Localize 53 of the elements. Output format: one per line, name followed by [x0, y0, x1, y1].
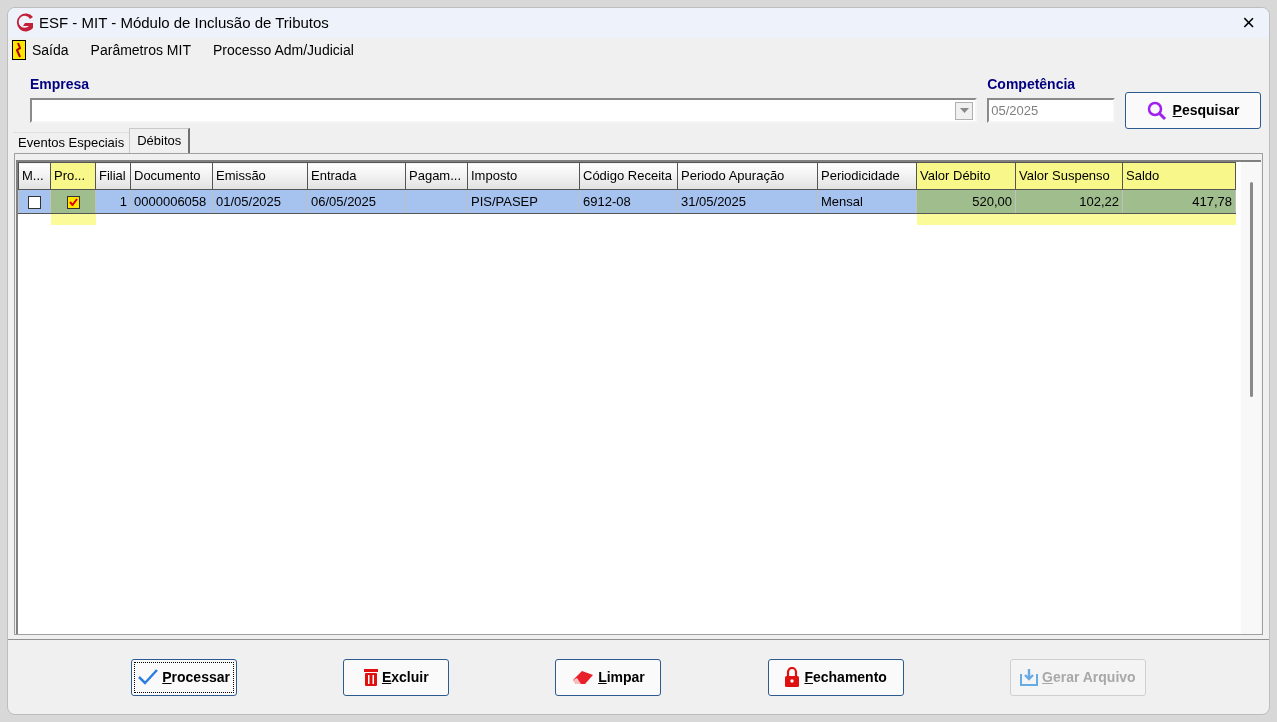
table-cell: 01/05/2025 — [216, 193, 282, 209]
column-header[interactable]: Pro... — [50, 162, 96, 190]
column-header[interactable]: Imposto — [467, 162, 580, 190]
table-cell: 520,00 — [972, 193, 1012, 209]
column-header[interactable]: M... — [18, 162, 51, 190]
menu-item[interactable]: Saída — [32, 39, 69, 61]
table-cell: 102,22 — [1079, 193, 1119, 209]
column-header[interactable]: Valor Suspenso — [1015, 162, 1123, 190]
column-header[interactable]: Entrada — [307, 162, 406, 190]
check-icon — [138, 669, 159, 685]
menu-item[interactable]: Processo Adm/Judicial — [212, 39, 354, 61]
eraser-icon — [572, 669, 595, 685]
column-header[interactable]: Código Receita — [579, 162, 678, 190]
field-label: Competência — [987, 75, 1077, 94]
scrollbar-thumb[interactable] — [1249, 182, 1253, 397]
action-button[interactable]: Limpar — [555, 658, 662, 696]
competence-field[interactable]: 05/2025 — [987, 98, 1116, 123]
checkmark-icon — [68, 198, 78, 207]
search-icon — [1146, 100, 1167, 121]
action-button[interactable]: Fechamento — [767, 658, 904, 696]
column-header[interactable]: Saldo — [1122, 162, 1236, 190]
close-button[interactable]: × — [1242, 12, 1255, 34]
table-cell: PIS/PASEP — [471, 193, 538, 209]
column-header[interactable]: Periodo Apuração — [677, 162, 818, 190]
column-header[interactable]: Pagam... — [405, 162, 468, 190]
column-header[interactable]: Documento — [130, 162, 213, 190]
column-header[interactable]: Emissão — [212, 162, 308, 190]
column-header[interactable]: Filial — [95, 162, 131, 190]
table-cell: Mensal — [821, 193, 863, 209]
column-header[interactable]: Valor Débito — [916, 162, 1016, 190]
action-button[interactable]: Excluir — [343, 658, 450, 696]
download-icon — [1020, 668, 1039, 686]
search-button[interactable]: Pesquisar — [1125, 92, 1261, 129]
menu-item[interactable]: Parâmetros MIT — [90, 39, 191, 61]
checkbox[interactable] — [28, 195, 41, 209]
table-cell: 1 — [119, 193, 127, 209]
dropdown-caret-icon — [959, 108, 969, 113]
table-row[interactable]: 1 0000006058 01/05/2025 06/05/2025 PIS/PASEP 6912-08 31/05/2025 Mensal 520,00 102,22 417,78 — [18, 189, 1236, 214]
window-title: ESF - MIT - Módulo de Inclusão de Tributos — [39, 12, 329, 33]
tab[interactable]: Débitos — [129, 128, 191, 153]
exit-door-icon — [12, 40, 26, 60]
action-button[interactable]: Processar — [131, 658, 238, 696]
table-cell: 6912-08 — [583, 193, 631, 209]
field-label: Empresa — [30, 75, 91, 94]
column-header[interactable]: Periodicidade — [817, 162, 917, 190]
table-cell: 31/05/2025 — [681, 193, 747, 209]
checkbox[interactable] — [66, 195, 80, 209]
table-cell: 06/05/2025 — [311, 193, 377, 209]
table-cell: 0000006058 — [134, 193, 207, 209]
trash-icon — [363, 668, 378, 686]
table-cell: 417,78 — [1192, 193, 1232, 209]
company-dropdown[interactable] — [30, 98, 978, 123]
lock-icon — [784, 667, 801, 687]
